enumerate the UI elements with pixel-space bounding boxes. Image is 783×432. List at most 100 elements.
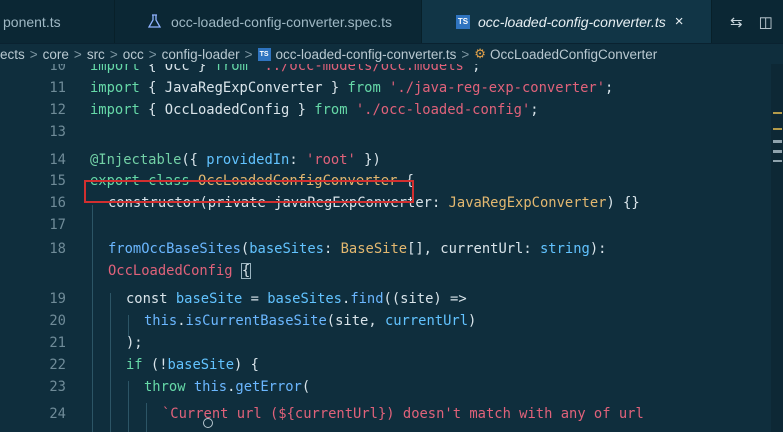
code-token: throw (144, 379, 186, 395)
highlight-box (84, 180, 414, 203)
split-editor-icon[interactable]: ◫ (759, 13, 773, 31)
code-token: ( (301, 379, 311, 395)
code-token: providedIn (206, 152, 290, 168)
code-token: '../occ-models/occ.models' (256, 64, 473, 74)
code-token: (( (383, 291, 401, 307)
flask-icon (147, 14, 162, 29)
line-number: 21 (49, 335, 66, 351)
code-token: baseSite (167, 291, 243, 307)
breadcrumb-item[interactable]: ects (0, 47, 25, 62)
code-editor[interactable]: 10 import { Occ } from '../occ-models/oc… (0, 64, 771, 432)
line-number: 11 (49, 80, 66, 96)
code-token: currentUrl (384, 313, 469, 329)
code-line: OccLoadedConfig { (0, 260, 771, 282)
editor-tab-bar: ponent.ts occ-loaded-config-converter.sp… (0, 0, 783, 44)
code-token: from (314, 102, 348, 118)
overview-ruler-mark (773, 128, 782, 130)
search-icon (203, 418, 213, 428)
line-number: 16 (49, 195, 66, 211)
code-token: isCurrentBaseSite (185, 313, 327, 329)
code-token: fromOccBaseSites (108, 241, 241, 257)
breadcrumb-item[interactable]: core (43, 47, 69, 62)
breadcrumb-item[interactable]: src (87, 47, 105, 62)
line-number: 18 (49, 241, 66, 257)
code-token: . (342, 291, 351, 307)
code-token: ): (589, 241, 607, 257)
code-token: , (368, 313, 385, 329)
ts-icon: TS (257, 47, 271, 61)
code-token: './java-reg-exp-converter' (389, 80, 606, 96)
code-token: ( (326, 313, 336, 329)
code-token: ; (530, 102, 539, 118)
compare-icon[interactable]: ⇆ (730, 13, 743, 31)
code-token: JavaRegExpConverter (448, 195, 607, 211)
code-token: ({ (181, 152, 207, 168)
tab-spec-file[interactable]: occ-loaded-config-converter.spec.ts (115, 0, 422, 43)
tab-label: occ-loaded-config-converter.spec.ts (171, 13, 392, 30)
tab-label: ponent.ts (3, 13, 61, 30)
close-icon[interactable]: × (675, 13, 684, 30)
line-number: 12 (49, 102, 66, 118)
code-line: 13 (0, 121, 771, 143)
code-line: 18 fromOccBaseSites(baseSites: BaseSite[… (0, 238, 771, 260)
ts-icon: TS (456, 14, 470, 29)
code-token: const (126, 291, 168, 307)
tab-label: occ-loaded-config-converter.ts (478, 13, 666, 30)
code-line: 11 import { JavaRegExpConverter } from '… (0, 77, 771, 99)
breadcrumb-separator: > (29, 46, 38, 62)
matched-bracket: { (240, 263, 252, 279)
code-token: ; (605, 80, 614, 96)
code-token: }) (355, 152, 381, 168)
code-token: . (227, 379, 236, 395)
code-token: = (242, 291, 268, 307)
code-token: site (335, 313, 369, 329)
line-number: 23 (49, 379, 66, 395)
breadcrumb-symbol[interactable]: OccLoadedConfigConverter (490, 47, 657, 62)
line-number: 14 (49, 152, 66, 168)
code-token: : (289, 152, 306, 168)
code-token: { Occ } (148, 64, 207, 74)
code-line: 21 ); (0, 332, 771, 354)
code-token: if (126, 357, 143, 373)
code-token: this (144, 313, 178, 329)
code-token: ) {} (606, 195, 640, 211)
code-token: OccLoadedConfig (108, 263, 233, 279)
breadcrumb-file[interactable]: occ-loaded-config-converter.ts (276, 47, 457, 62)
code-line: 23 throw this. getError( (0, 376, 771, 398)
class-symbol-icon: ⚙ (474, 46, 486, 61)
code-token: baseSites (249, 241, 324, 257)
code-token: ) { (234, 357, 259, 373)
breadcrumb-item[interactable]: config-loader (162, 47, 240, 62)
code-token: : (431, 195, 449, 211)
code-token: ; (472, 64, 481, 74)
code-line: 17 (0, 214, 771, 236)
code-token: import (90, 64, 140, 74)
tab-active-file[interactable]: TS occ-loaded-config-converter.ts × (422, 0, 712, 43)
line-number: 17 (49, 217, 66, 233)
code-line: 19 const baseSite = baseSites. find((site… (0, 288, 771, 310)
code-line: 14 @Injectable({ providedIn: 'root' }) (0, 149, 771, 171)
breadcrumb-item[interactable]: occ (123, 47, 144, 62)
code-token: baseSites (267, 291, 342, 307)
vertical-scrollbar[interactable] (771, 64, 783, 432)
code-token: import (90, 102, 140, 118)
breadcrumb-separator: > (73, 46, 82, 62)
code-token: this (185, 379, 228, 395)
code-line: 20 this. isCurrentBaseSite(site, currentU… (0, 310, 771, 332)
code-token: currentUrl (440, 241, 524, 257)
breadcrumb-separator: > (148, 46, 157, 62)
code-token: import (90, 80, 140, 96)
code-token: . (177, 313, 186, 329)
code-token: './occ-loaded-config' (355, 102, 531, 118)
code-token: ( (240, 241, 250, 257)
breadcrumb-separator: > (109, 46, 118, 62)
code-token: : (323, 241, 341, 257)
code-token: ); (126, 335, 143, 351)
code-line: 24 `Current url (${currentUrl}) doesn't … (0, 403, 771, 425)
breadcrumb-separator: > (244, 46, 253, 62)
tab-component-ts[interactable]: ponent.ts (0, 0, 115, 43)
overview-ruler-mark (773, 112, 782, 114)
code-token: string (540, 241, 590, 257)
line-number: 19 (49, 291, 66, 307)
code-token: getError (235, 379, 302, 395)
